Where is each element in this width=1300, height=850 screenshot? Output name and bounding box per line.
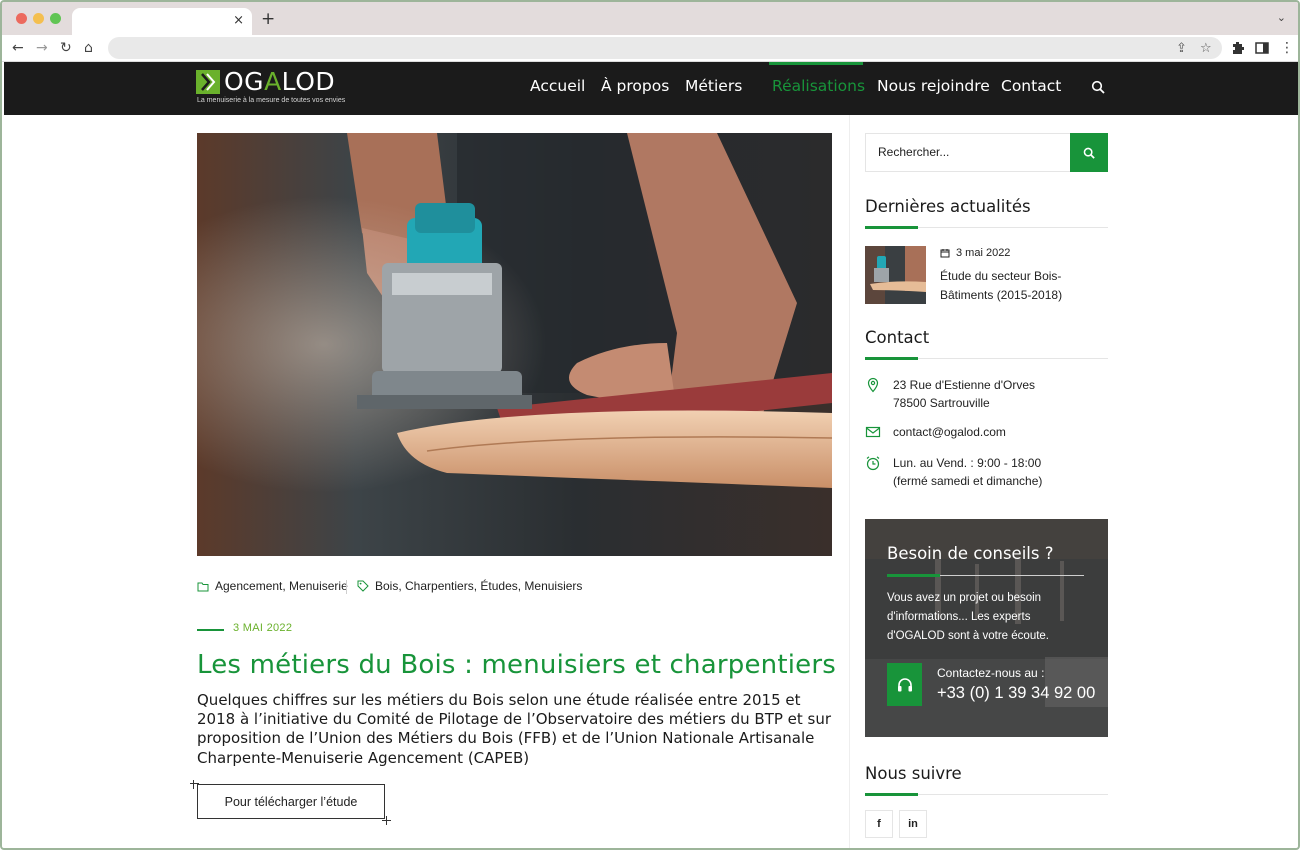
advice-accent (887, 574, 940, 577)
post-tags: Bois, Charpentiers, Études, Menuisiers (357, 579, 582, 593)
browser-toolbar: ← → ↻ ⌂ ⇪ ☆ ⋮ (2, 35, 1298, 62)
minimize-window-button[interactable] (33, 13, 44, 24)
download-study-button[interactable]: Pour télécharger l’étude (197, 784, 385, 819)
browser-tab[interactable]: × (72, 8, 252, 35)
meta-separator (346, 580, 347, 594)
button-corner-mark (193, 780, 194, 789)
advice-contact-label: Contactez-nous au : (937, 666, 1045, 680)
menu-item-accueil[interactable]: Accueil (530, 77, 585, 95)
contact-widget-title: Contact (865, 328, 930, 347)
post-categories: Agencement, Menuiserie (197, 579, 348, 593)
post-title[interactable]: Les métiers du Bois : menuisiers et char… (197, 650, 836, 680)
address-line-1: 23 Rue d'Estienne d'Orves (893, 378, 1035, 392)
mail-icon (865, 426, 881, 438)
logo-text-start: OG (224, 67, 265, 96)
menu-item-nous-rejoindre[interactable]: Nous rejoindre (877, 77, 990, 95)
logo-tagline: La menuiserie à la mesure de toutes vos … (197, 97, 346, 104)
map-pin-icon (867, 377, 879, 393)
alarm-clock-icon (866, 456, 880, 471)
button-corner-mark (382, 820, 391, 821)
facebook-button[interactable]: f (865, 810, 893, 838)
email-link[interactable]: contact@ogalod.com (893, 424, 1006, 442)
news-title-link[interactable]: Étude du secteur Bois-Bâtiments (2015-20… (940, 267, 1100, 305)
advice-title: Besoin de conseils ? (887, 544, 1054, 563)
sidebar-search-input[interactable]: Rechercher... (865, 133, 1070, 172)
hours-text: Lun. au Vend. : 9:00 - 18:00 (fermé same… (893, 455, 1042, 490)
extensions-icon[interactable] (1231, 41, 1245, 55)
date-accent-line (197, 629, 224, 631)
widget-accent (865, 357, 918, 360)
widget-accent (865, 793, 918, 796)
new-tab-button[interactable]: + (261, 9, 275, 29)
browser-window: × + ⌄ ← → ↻ ⌂ ⇪ ☆ ⋮ OGALOD La menuiserie… (0, 0, 1300, 850)
menu-item-realisations[interactable]: Réalisations (772, 77, 865, 95)
post-categories-text[interactable]: Agencement, Menuiserie (215, 579, 348, 593)
hours-line-1: Lun. au Vend. : 9:00 - 18:00 (893, 456, 1042, 470)
menu-item-a-propos[interactable]: À propos (601, 77, 669, 95)
logo[interactable]: OGALOD (224, 67, 335, 96)
follow-us-title: Nous suivre (865, 764, 962, 783)
post-excerpt: Quelques chiffres sur les métiers du Boi… (197, 691, 832, 767)
reload-icon[interactable]: ↻ (60, 38, 72, 58)
linkedin-button[interactable]: in (899, 810, 927, 838)
logo-text-accent: A (264, 67, 282, 96)
post-tags-text[interactable]: Bois, Charpentiers, Études, Menuisiers (375, 579, 582, 593)
home-icon[interactable]: ⌂ (84, 38, 93, 58)
bookmark-star-icon[interactable]: ☆ (1200, 41, 1212, 56)
woodworking-photo (197, 133, 832, 556)
address-line-2: 78500 Sartrouville (893, 395, 990, 410)
news-date: 3 mai 2022 (940, 247, 1010, 259)
facebook-icon: f (877, 818, 881, 830)
close-window-button[interactable] (16, 13, 27, 24)
hours-line-2: (fermé samedi et dimanche) (893, 473, 1043, 488)
tab-bar: × + ⌄ (2, 2, 1298, 35)
menu-item-metiers[interactable]: Métiers (685, 77, 742, 95)
logo-text-end: LOD (281, 67, 336, 96)
logo-mark-icon[interactable] (196, 70, 220, 94)
linkedin-icon: in (908, 818, 918, 830)
advice-phone-number[interactable]: +33 (0) 1 39 34 92 00 (937, 684, 1095, 703)
news-date-text: 3 mai 2022 (956, 247, 1011, 259)
post-date: 3 MAI 2022 (233, 622, 293, 634)
tag-icon (357, 580, 369, 592)
headphones-glyph (897, 677, 912, 691)
active-menu-indicator (769, 62, 863, 65)
sidebar-divider (849, 115, 850, 848)
address-bar[interactable]: ⇪ ☆ (108, 37, 1222, 59)
browser-menu-icon[interactable]: ⋮ (1280, 38, 1294, 58)
advice-callout: Besoin de conseils ? Vous avez un projet… (865, 519, 1108, 737)
site-header: OGALOD La menuiserie à la mesure de tout… (4, 62, 1298, 115)
calendar-icon (940, 249, 950, 258)
side-panel-icon[interactable] (1255, 41, 1269, 55)
latest-news-title: Dernières actualités (865, 197, 1031, 216)
search-icon (1083, 147, 1095, 159)
sidebar-search-button[interactable] (1070, 133, 1108, 172)
address-text: 23 Rue d'Estienne d'Orves 78500 Sartrouv… (893, 377, 1035, 412)
widget-accent (865, 226, 918, 229)
back-icon[interactable]: ← (12, 38, 24, 58)
forward-icon[interactable]: → (36, 38, 48, 58)
maximize-window-button[interactable] (50, 13, 61, 24)
folder-icon (197, 582, 209, 591)
search-icon[interactable] (1091, 80, 1105, 94)
tab-menu-icon[interactable]: ⌄ (1277, 11, 1286, 24)
news-thumbnail-image (865, 246, 926, 304)
advice-text: Vous avez un projet ou besoin d'informat… (887, 592, 1049, 642)
share-icon[interactable]: ⇪ (1176, 41, 1187, 56)
post-featured-image[interactable] (197, 133, 832, 556)
menu-item-contact[interactable]: Contact (1001, 77, 1061, 95)
news-thumbnail[interactable] (865, 246, 926, 304)
tab-close-icon[interactable]: × (233, 13, 244, 28)
headphones-icon (887, 663, 922, 706)
